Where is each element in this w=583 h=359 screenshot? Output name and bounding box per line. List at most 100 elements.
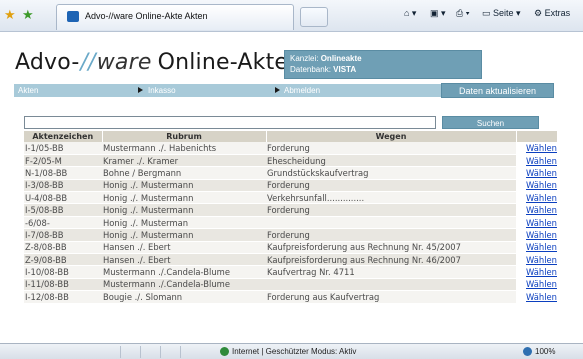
kanzlei-label: Kanzlei: bbox=[290, 54, 319, 63]
feeds-icon[interactable]: ▣ ▾ bbox=[430, 8, 446, 19]
select-link[interactable]: Wählen bbox=[516, 203, 557, 217]
table-body: I-1/05-BB Mustermann ./. Habenichts Forder… bbox=[24, 142, 557, 304]
add-favorites-icon[interactable]: ★ bbox=[22, 8, 34, 23]
cell-aktenzeichen: -6/08- bbox=[24, 216, 102, 230]
cell-aktenzeichen: U-4/08-BB bbox=[24, 191, 102, 205]
table-row[interactable]: I-3/08-BB Honig ./. Mustermann Forderung Wä… bbox=[24, 179, 557, 193]
cell-aktenzeichen: Z-8/08-BB bbox=[24, 241, 102, 255]
cell-wegen bbox=[266, 216, 516, 230]
page-menu[interactable]: ▭ Seite ▾ bbox=[482, 8, 521, 19]
nav-item-akten[interactable]: Akten bbox=[18, 84, 38, 97]
table-row[interactable]: Z-9/08-BB Hansen ./. Ebert Kaufpreisforder… bbox=[24, 253, 557, 267]
table-row[interactable]: -6/08- Honig ./. Musterman Wählen bbox=[24, 216, 557, 230]
cell-aktenzeichen: I-1/05-BB bbox=[24, 142, 102, 155]
select-link[interactable]: Wählen bbox=[516, 241, 557, 255]
nav-item-abmelden[interactable]: Abmelden bbox=[284, 84, 320, 97]
cell-rubrum: Honig ./. Mustermann bbox=[102, 228, 266, 242]
cell-rubrum: Honig ./. Mustermann bbox=[102, 179, 266, 193]
browser-window: ★ ★ Advo-//ware Online-Akte Akten ⌂ ▾ ▣ … bbox=[0, 0, 583, 359]
security-zone-text: Internet | Geschützter Modus: Aktiv bbox=[232, 347, 357, 356]
cell-aktenzeichen: I-12/08-BB bbox=[24, 290, 102, 304]
refresh-data-button[interactable]: Daten aktualisieren bbox=[441, 83, 554, 98]
table-row[interactable]: F-2/05-M Kramer ./. Kramer Ehescheidung Wäh… bbox=[24, 154, 557, 168]
status-bar: Internet | Geschützter Modus: Aktiv 100% bbox=[0, 343, 583, 359]
cell-aktenzeichen: I-11/08-BB bbox=[24, 278, 102, 292]
kanzlei-value: Onlineakte bbox=[320, 54, 362, 63]
search-button[interactable]: Suchen bbox=[442, 116, 539, 129]
cell-rubrum: Mustermann ./.Candela-Blume bbox=[102, 265, 266, 279]
table-row[interactable]: I-5/08-BB Honig ./. Mustermann Forderung Wä… bbox=[24, 203, 557, 217]
tools-menu[interactable]: ⚙ Extras bbox=[534, 8, 570, 19]
column-header-wegen: Wegen bbox=[266, 131, 517, 142]
status-divider bbox=[140, 346, 141, 358]
zoom-level[interactable]: 100% bbox=[535, 347, 555, 356]
browser-tab[interactable]: Advo-//ware Online-Akte Akten bbox=[56, 4, 294, 30]
cell-aktenzeichen: I-7/08-BB bbox=[24, 228, 102, 242]
browser-toolbar: ★ ★ Advo-//ware Online-Akte Akten ⌂ ▾ ▣ … bbox=[0, 0, 583, 32]
table-row[interactable]: I-12/08-BB Bougie ./. Slomann Forderung au… bbox=[24, 290, 557, 304]
select-link[interactable]: Wählen bbox=[516, 253, 557, 267]
arrow-right-icon bbox=[275, 87, 280, 93]
page-favicon-icon bbox=[67, 11, 79, 22]
datenbank-value: VISTA bbox=[333, 65, 357, 74]
table-header-row: Aktenzeichen Rubrum Wegen bbox=[24, 131, 558, 142]
select-link[interactable]: Wählen bbox=[516, 278, 557, 292]
table-row[interactable]: I-7/08-BB Honig ./. Mustermann Forderung Wä… bbox=[24, 228, 557, 242]
tools-menu-label: Extras bbox=[544, 8, 571, 18]
select-link[interactable]: Wählen bbox=[516, 216, 557, 230]
cell-rubrum: Honig ./. Mustermann bbox=[102, 203, 266, 217]
datenbank-line: Datenbank: VISTA bbox=[290, 65, 356, 74]
cell-aktenzeichen: Z-9/08-BB bbox=[24, 253, 102, 267]
cell-rubrum: Bohne / Bergmann bbox=[102, 166, 266, 180]
akten-table: Aktenzeichen Rubrum Wegen I-1/05-BB Muste… bbox=[24, 131, 558, 304]
table-row[interactable]: U-4/08-BB Honig ./. Mustermann Verkehrsunf… bbox=[24, 191, 557, 205]
zoom-icon bbox=[523, 347, 532, 356]
column-header-action bbox=[516, 131, 558, 142]
select-link[interactable]: Wählen bbox=[516, 265, 557, 279]
table-row[interactable]: I-11/08-BB Mustermann ./.Candela-Blume Wäh… bbox=[24, 278, 557, 292]
select-link[interactable]: Wählen bbox=[516, 290, 557, 304]
app-logo: Advo-//ware Online-Akte bbox=[15, 50, 288, 75]
home-icon[interactable]: ⌂ ▾ bbox=[404, 8, 416, 19]
select-link[interactable]: Wählen bbox=[516, 142, 557, 155]
table-row[interactable]: N-1/08-BB Bohne / Bergmann Grundstückskauf… bbox=[24, 166, 557, 180]
kanzlei-info-box: Kanzlei: Onlineakte Datenbank: VISTA bbox=[284, 50, 482, 79]
cell-wegen bbox=[266, 278, 516, 292]
status-divider bbox=[180, 346, 181, 358]
cell-rubrum: Hansen ./. Ebert bbox=[102, 253, 266, 267]
cell-wegen: Kaufvertrag Nr. 4711 bbox=[266, 265, 516, 279]
logo-part-1: Advo- bbox=[15, 50, 80, 75]
select-link[interactable]: Wählen bbox=[516, 166, 557, 180]
cell-aktenzeichen: N-1/08-BB bbox=[24, 166, 102, 180]
cell-wegen: Ehescheidung bbox=[266, 154, 516, 168]
table-row[interactable]: I-10/08-BB Mustermann ./.Candela-Blume Kau… bbox=[24, 265, 557, 279]
select-link[interactable]: Wählen bbox=[516, 179, 557, 193]
print-icon[interactable]: ⎙ ▾ bbox=[456, 8, 469, 19]
tab-title: Advo-//ware Online-Akte Akten bbox=[85, 11, 208, 21]
table-row[interactable]: Z-8/08-BB Hansen ./. Ebert Kaufpreisforder… bbox=[24, 241, 557, 255]
select-link[interactable]: Wählen bbox=[516, 228, 557, 242]
select-link[interactable]: Wählen bbox=[516, 191, 557, 205]
cell-rubrum: Hansen ./. Ebert bbox=[102, 241, 266, 255]
column-header-aktenzeichen: Aktenzeichen bbox=[24, 131, 103, 142]
cell-wegen: Kaufpreisforderung aus Rechnung Nr. 46/2… bbox=[266, 253, 516, 267]
cell-wegen: Forderung bbox=[266, 142, 516, 155]
table-row[interactable]: I-1/05-BB Mustermann ./. Habenichts Forder… bbox=[24, 142, 557, 155]
column-header-rubrum: Rubrum bbox=[102, 131, 267, 142]
nav-item-inkasso[interactable]: Inkasso bbox=[148, 84, 176, 97]
cell-rubrum: Honig ./. Mustermann bbox=[102, 191, 266, 205]
cell-rubrum: Honig ./. Musterman bbox=[102, 216, 266, 230]
cell-rubrum: Bougie ./. Slomann bbox=[102, 290, 266, 304]
search-input[interactable] bbox=[24, 116, 436, 129]
status-divider bbox=[120, 346, 121, 358]
select-link[interactable]: Wählen bbox=[516, 154, 557, 168]
cell-wegen: Grundstückskaufvertrag bbox=[266, 166, 516, 180]
cell-aktenzeichen: F-2/05-M bbox=[24, 154, 102, 168]
favorites-star-icon[interactable]: ★ bbox=[4, 8, 16, 23]
cell-wegen: Verkehrsunfall.............. bbox=[266, 191, 516, 205]
cell-wegen: Forderung aus Kaufvertrag bbox=[266, 290, 516, 304]
cell-wegen: Forderung bbox=[266, 179, 516, 193]
page-menu-label: Seite bbox=[493, 8, 514, 18]
new-tab-button[interactable] bbox=[300, 7, 328, 27]
arrow-right-icon bbox=[138, 87, 143, 93]
